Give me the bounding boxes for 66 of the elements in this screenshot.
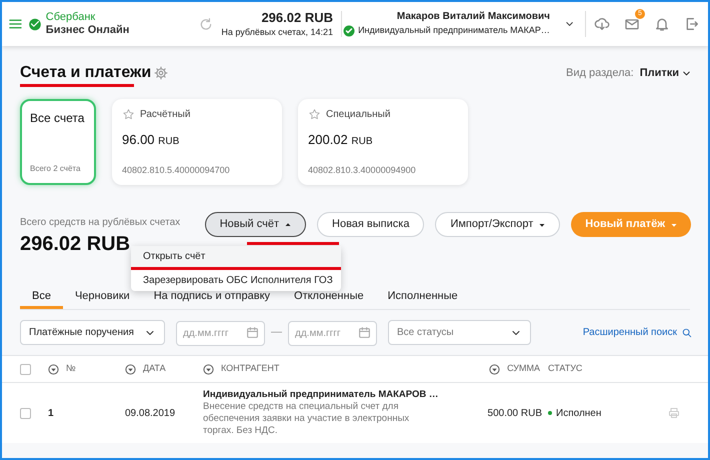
status-select[interactable]: Все статусы [388, 320, 531, 345]
menu-item[interactable]: Открыть счёт [131, 246, 341, 267]
account-name: Расчётный [140, 108, 190, 122]
tab[interactable]: Исполненные [376, 287, 470, 309]
user-name: Макаров Виталий Максимович [396, 10, 550, 24]
refresh-icon[interactable] [199, 16, 214, 32]
calendar-icon [358, 326, 371, 339]
date-field[interactable]: дд.мм.гггг [288, 321, 377, 346]
search-icon [682, 328, 692, 338]
table-cell-text: 500.00 RUB [486, 406, 543, 420]
column-header: СТАТУС [548, 362, 582, 376]
summary-label: Всего средств на рублёвых счетах [20, 216, 180, 230]
view-dropdown[interactable]: Плитки [640, 64, 692, 82]
logo-icon [28, 16, 42, 32]
account-name: Специальный [326, 108, 390, 122]
column-header: ДАТА [143, 362, 166, 376]
account-balance: 200.02 RUB [308, 131, 374, 149]
summary-amount: 296.02 RUB [20, 232, 130, 256]
date-separator: — [271, 325, 282, 340]
page-title: Счета и платежи [20, 63, 152, 83]
status-text: Исполнен [556, 406, 602, 420]
document-type-select[interactable]: Платёжные поручения [20, 320, 165, 345]
view-label: Вид раздела: [566, 66, 634, 81]
account-number: 40802.810.3.40000094900 [308, 164, 417, 176]
sort-icon[interactable] [48, 364, 59, 374]
counterparty-name: Индивидуальный предприниматель МАКАРОВ … [203, 389, 438, 401]
tab[interactable]: Все [20, 287, 63, 309]
logout-icon[interactable] [684, 16, 700, 32]
card-title: Все счета [30, 110, 86, 127]
balance-amount: 296.02 RUB [261, 10, 333, 26]
date-field[interactable]: дд.мм.гггг [176, 321, 265, 346]
calendar-icon [246, 326, 259, 339]
check-icon [343, 25, 356, 37]
logo-subtitle: Бизнес Онлайн [46, 24, 130, 37]
table-cell-text: 1 [48, 406, 55, 420]
button[interactable]: Импорт/Экспорт [435, 212, 560, 237]
logo-text: Сбербанк [46, 11, 96, 24]
caret-down-icon [671, 222, 677, 228]
balance-note: На рублёвых счетах, 14:21 [221, 26, 333, 38]
bell-icon[interactable] [654, 16, 670, 32]
settings-icon[interactable] [154, 66, 168, 80]
download-icon[interactable] [594, 16, 610, 32]
column-header: № [66, 362, 76, 376]
star-icon[interactable] [122, 108, 135, 121]
account-card[interactable]: Расчётный 96.00 RUB 40802.810.5.40000094700 [112, 99, 282, 185]
organization-name: Индивидуальный предприниматель МАКАР… [358, 24, 550, 38]
caret-up-icon [285, 222, 292, 228]
checkbox[interactable] [20, 364, 31, 374]
column-header: СУММА [507, 362, 540, 376]
checkbox[interactable] [20, 408, 31, 418]
column-header: КОНТРАГЕНТ [221, 362, 280, 376]
caret-down-icon [539, 222, 546, 228]
button[interactable]: Новая выписка [317, 212, 424, 237]
account-card[interactable]: Специальный 200.02 RUB 40802.810.3.40000094900 [298, 99, 468, 185]
advanced-search-link[interactable]: Расширенный поиск [582, 325, 692, 340]
card-note: Всего 2 счёта [30, 163, 82, 175]
button[interactable]: Новый счёт [204, 212, 306, 237]
account-number: 40802.810.5.40000094700 [122, 164, 231, 176]
star-icon[interactable] [308, 108, 321, 121]
sort-icon[interactable] [489, 364, 500, 374]
account-card[interactable]: Все счета Всего 2 счёта [20, 99, 96, 185]
account-balance: 96.00 RUB [122, 131, 180, 149]
table-cell-text: 09.08.2019 [125, 406, 176, 420]
sort-icon[interactable] [125, 364, 136, 374]
payment-purpose: Внесение средств на специальный счет для обеспечения заявки на участие в электронных торгах. Без НДС. [203, 401, 410, 437]
sort-icon[interactable] [203, 364, 214, 374]
